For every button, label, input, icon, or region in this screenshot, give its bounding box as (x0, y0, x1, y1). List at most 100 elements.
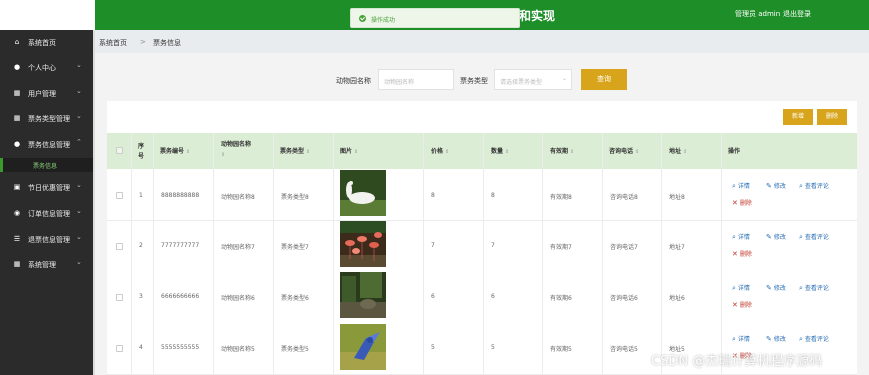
gift-icon: ▣ (13, 183, 21, 191)
sidebar-item-ticket-info[interactable]: ● 票务信息管理 ⌃ (0, 132, 93, 156)
cell-quantity: 5 (491, 344, 495, 351)
detail-label: 详情 (737, 234, 750, 241)
sidebar-item-users[interactable]: ▦ 用户管理 ⌄ (0, 81, 93, 105)
cell-seq: 3 (139, 293, 143, 300)
sidebar-item-label: 节日优惠管理 (28, 184, 70, 192)
edit-link[interactable]: ✎ 修改 (766, 181, 786, 190)
sort-icon: ⇕ (635, 149, 640, 155)
zoo-name-label: 动物园名称 (336, 77, 371, 85)
sidebar-subitem-ticket-info[interactable]: 票务信息 (0, 158, 93, 172)
chevron-up-icon: ⌃ (76, 138, 82, 146)
sidebar: ⌂ 系统首页 ● 个人中心 ⌄ ▦ 用户管理 ⌄ ▦ 票务类型管理 ⌄ ● 票务… (0, 30, 93, 375)
col-address-label: 地址 (669, 148, 682, 155)
sort-icon: ⇕ (683, 149, 688, 155)
review-link[interactable]: ⌕ 查看评论 (799, 334, 829, 344)
col-divider (273, 133, 274, 375)
sidebar-item-home[interactable]: ⌂ 系统首页 (0, 30, 93, 54)
remove-link[interactable]: ✕ 删除 (732, 300, 752, 309)
breadcrumb-home[interactable]: 系统首页 (99, 38, 127, 48)
col-quantity[interactable]: 数量 ⇕ (491, 146, 509, 155)
review-label: 查看评论 (804, 285, 829, 292)
cell-address: 地址6 (669, 295, 685, 302)
row-checkbox[interactable] (116, 243, 123, 250)
sort-icon: ⇕ (354, 149, 359, 155)
col-phone[interactable]: 咨询电话 ⇕ (609, 146, 639, 155)
review-link[interactable]: ⌕ 查看评论 (799, 232, 829, 242)
close-icon: ✕ (732, 250, 738, 258)
col-zoo-name[interactable]: 动物园名称 ⇕ (221, 140, 257, 160)
col-ticket-type-label: 票务类型 (280, 148, 305, 155)
sort-icon: ⇕ (306, 149, 311, 155)
ticket-photo-parrot (340, 324, 386, 370)
sidebar-item-system[interactable]: ▦ 系统管理 ⌄ (0, 252, 93, 276)
detail-link[interactable]: ⌕ 详情 (732, 232, 750, 242)
detail-link[interactable]: ⌕ 详情 (732, 181, 750, 191)
col-image[interactable]: 图片 ⇕ (340, 146, 358, 155)
ticket-type-label: 票务类型 (460, 77, 488, 85)
add-button[interactable]: 新增 (783, 109, 813, 125)
sidebar-item-refunds[interactable]: ☰ 退票信息管理 ⌄ (0, 227, 93, 251)
sidebar-item-orders[interactable]: ◉ 订单信息管理 ⌄ (0, 201, 93, 225)
edit-label: 修改 (773, 285, 786, 292)
chevron-down-icon: ⌄ (561, 75, 567, 82)
col-divider (423, 133, 424, 375)
review-link[interactable]: ⌕ 查看评论 (799, 283, 829, 293)
edit-link[interactable]: ✎ 修改 (766, 283, 786, 292)
sidebar-item-label: 系统管理 (28, 261, 56, 269)
cell-price: 7 (431, 242, 435, 249)
row-checkbox[interactable] (116, 192, 123, 199)
zoo-name-input[interactable]: 动物园名称 (378, 69, 454, 90)
review-label: 查看评论 (804, 234, 829, 241)
pin-icon: ◉ (13, 209, 21, 217)
col-image-label: 图片 (340, 148, 353, 155)
remove-link[interactable]: ✕ 删除 (732, 249, 752, 258)
cell-quantity: 6 (491, 293, 495, 300)
col-price[interactable]: 价格 ⇕ (431, 146, 449, 155)
search-icon: ⌕ (799, 182, 803, 190)
success-check-icon (359, 15, 366, 22)
col-address[interactable]: 地址 ⇕ (669, 146, 687, 155)
delete-button[interactable]: 删除 (817, 109, 847, 125)
edit-link[interactable]: ✎ 修改 (766, 232, 786, 241)
edit-link[interactable]: ✎ 修改 (766, 334, 786, 343)
col-seq: 序号 (138, 143, 145, 160)
cell-ticket-type: 票务类型8 (281, 194, 309, 201)
row-checkbox[interactable] (116, 294, 123, 301)
row-checkbox[interactable] (116, 345, 123, 352)
remove-link[interactable]: ✕ 删除 (732, 198, 752, 207)
cell-ticket-no: 6666666666 (161, 293, 200, 300)
edit-label: 修改 (773, 234, 786, 241)
search-icon: ⌕ (732, 284, 736, 292)
cell-quantity: 8 (491, 192, 495, 199)
col-ticket-type[interactable]: 票务类型 ⇕ (280, 146, 310, 155)
query-button[interactable]: 查询 (581, 69, 627, 90)
ticket-type-select[interactable]: 请选择票务类型 ⌄ (494, 69, 572, 90)
chevron-down-icon: ⌄ (76, 233, 82, 241)
table-header: 序号 票务编号 ⇕ 动物园名称 ⇕ 票务类型 ⇕ 图片 ⇕ 价格 ⇕ 数量 ⇕ … (107, 133, 857, 169)
grid-icon: ▦ (13, 260, 21, 268)
col-divider (542, 133, 543, 375)
select-all-checkbox[interactable] (116, 147, 123, 154)
detail-label: 详情 (737, 336, 750, 343)
col-divider (721, 133, 722, 375)
toast-message: 操作成功 (371, 17, 396, 24)
review-link[interactable]: ⌕ 查看评论 (799, 181, 829, 191)
sidebar-item-label: 用户管理 (28, 90, 56, 98)
chevron-down-icon: ⌄ (76, 207, 82, 215)
logout-link[interactable]: 退出登录 (783, 9, 811, 19)
sidebar-item-label: 票务信息管理 (28, 141, 70, 149)
sort-icon: ⇕ (570, 149, 575, 155)
search-icon: ⌕ (799, 284, 803, 292)
table-row (107, 169, 857, 221)
sidebar-item-profile[interactable]: ● 个人中心 ⌄ (0, 55, 93, 79)
col-divider (333, 133, 334, 375)
detail-link[interactable]: ⌕ 详情 (732, 283, 750, 293)
cell-price: 5 (431, 344, 435, 351)
sidebar-item-holiday[interactable]: ▣ 节日优惠管理 ⌄ (0, 175, 93, 199)
col-ticket-no[interactable]: 票务编号 ⇕ (160, 146, 190, 155)
detail-link[interactable]: ⌕ 详情 (732, 334, 750, 344)
col-validity[interactable]: 有效期 ⇕ (550, 146, 574, 155)
cell-price: 6 (431, 293, 435, 300)
col-actions: 操作 (728, 148, 741, 155)
sidebar-item-ticket-types[interactable]: ▦ 票务类型管理 ⌄ (0, 106, 93, 130)
